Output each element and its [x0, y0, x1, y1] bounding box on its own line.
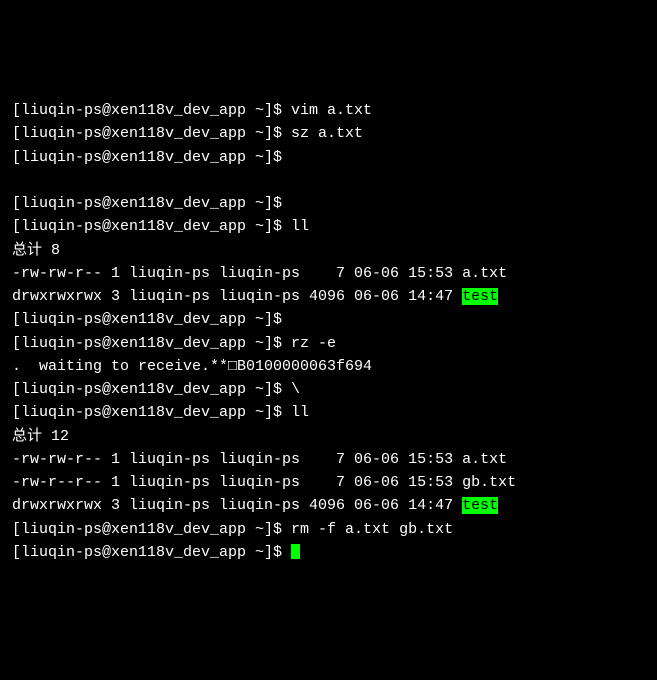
terminal-text: [liuqin-ps@xen118v_dev_app ~]$ [12, 544, 291, 561]
terminal-line: [liuqin-ps@xen118v_dev_app ~]$ ll [12, 215, 645, 238]
terminal-text: -rw-r--r-- 1 liuqin-ps liuqin-ps 7 06-06… [12, 474, 516, 491]
terminal-text [12, 172, 21, 189]
terminal-text: [liuqin-ps@xen118v_dev_app ~]$ rz -e [12, 335, 336, 352]
cursor-icon [291, 544, 300, 559]
terminal-text: [liuqin-ps@xen118v_dev_app ~]$ sz a.txt [12, 125, 363, 142]
terminal-line: [liuqin-ps@xen118v_dev_app ~]$ rz -e [12, 332, 645, 355]
terminal-line: 总计 8 [12, 239, 645, 262]
terminal-line: [liuqin-ps@xen118v_dev_app ~]$ [12, 541, 645, 564]
terminal-line: [liuqin-ps@xen118v_dev_app ~]$ vim a.txt [12, 99, 645, 122]
terminal-text: 总计 8 [12, 242, 60, 259]
terminal-line: [liuqin-ps@xen118v_dev_app ~]$ [12, 146, 645, 169]
terminal-text: [liuqin-ps@xen118v_dev_app ~]$ ll [12, 218, 309, 235]
terminal-line: [liuqin-ps@xen118v_dev_app ~]$ ll [12, 401, 645, 424]
terminal-text: drwxrwxrwx 3 liuqin-ps liuqin-ps 4096 06… [12, 497, 462, 514]
terminal-text: [liuqin-ps@xen118v_dev_app ~]$ rm -f a.t… [12, 521, 453, 538]
terminal-line: [liuqin-ps@xen118v_dev_app ~]$ sz a.txt [12, 122, 645, 145]
terminal-text: [liuqin-ps@xen118v_dev_app ~]$ [12, 311, 282, 328]
terminal-output[interactable]: [liuqin-ps@xen118v_dev_app ~]$ vim a.txt… [12, 99, 645, 564]
terminal-line: -rw-rw-r-- 1 liuqin-ps liuqin-ps 7 06-06… [12, 448, 645, 471]
terminal-text: -rw-rw-r-- 1 liuqin-ps liuqin-ps 7 06-06… [12, 451, 507, 468]
terminal-line: [liuqin-ps@xen118v_dev_app ~]$ \ [12, 378, 645, 401]
terminal-text: -rw-rw-r-- 1 liuqin-ps liuqin-ps 7 06-06… [12, 265, 507, 282]
terminal-text: 总计 12 [12, 428, 69, 445]
terminal-line: . waiting to receive.**□B0100000063f694 [12, 355, 645, 378]
terminal-text: [liuqin-ps@xen118v_dev_app ~]$ [12, 149, 282, 166]
terminal-line: drwxrwxrwx 3 liuqin-ps liuqin-ps 4096 06… [12, 494, 645, 517]
highlighted-text: test [462, 288, 498, 305]
terminal-line: -rw-r--r-- 1 liuqin-ps liuqin-ps 7 06-06… [12, 471, 645, 494]
terminal-line: 总计 12 [12, 425, 645, 448]
terminal-line: drwxrwxrwx 3 liuqin-ps liuqin-ps 4096 06… [12, 285, 645, 308]
highlighted-text: test [462, 497, 498, 514]
terminal-text: [liuqin-ps@xen118v_dev_app ~]$ \ [12, 381, 300, 398]
terminal-line: [liuqin-ps@xen118v_dev_app ~]$ [12, 192, 645, 215]
terminal-text: [liuqin-ps@xen118v_dev_app ~]$ vim a.txt [12, 102, 372, 119]
terminal-text: . waiting to receive.**□B0100000063f694 [12, 358, 372, 375]
terminal-line: -rw-rw-r-- 1 liuqin-ps liuqin-ps 7 06-06… [12, 262, 645, 285]
terminal-text: drwxrwxrwx 3 liuqin-ps liuqin-ps 4096 06… [12, 288, 462, 305]
terminal-text: [liuqin-ps@xen118v_dev_app ~]$ [12, 195, 282, 212]
terminal-text: [liuqin-ps@xen118v_dev_app ~]$ ll [12, 404, 309, 421]
terminal-line [12, 169, 645, 192]
terminal-line: [liuqin-ps@xen118v_dev_app ~]$ [12, 308, 645, 331]
